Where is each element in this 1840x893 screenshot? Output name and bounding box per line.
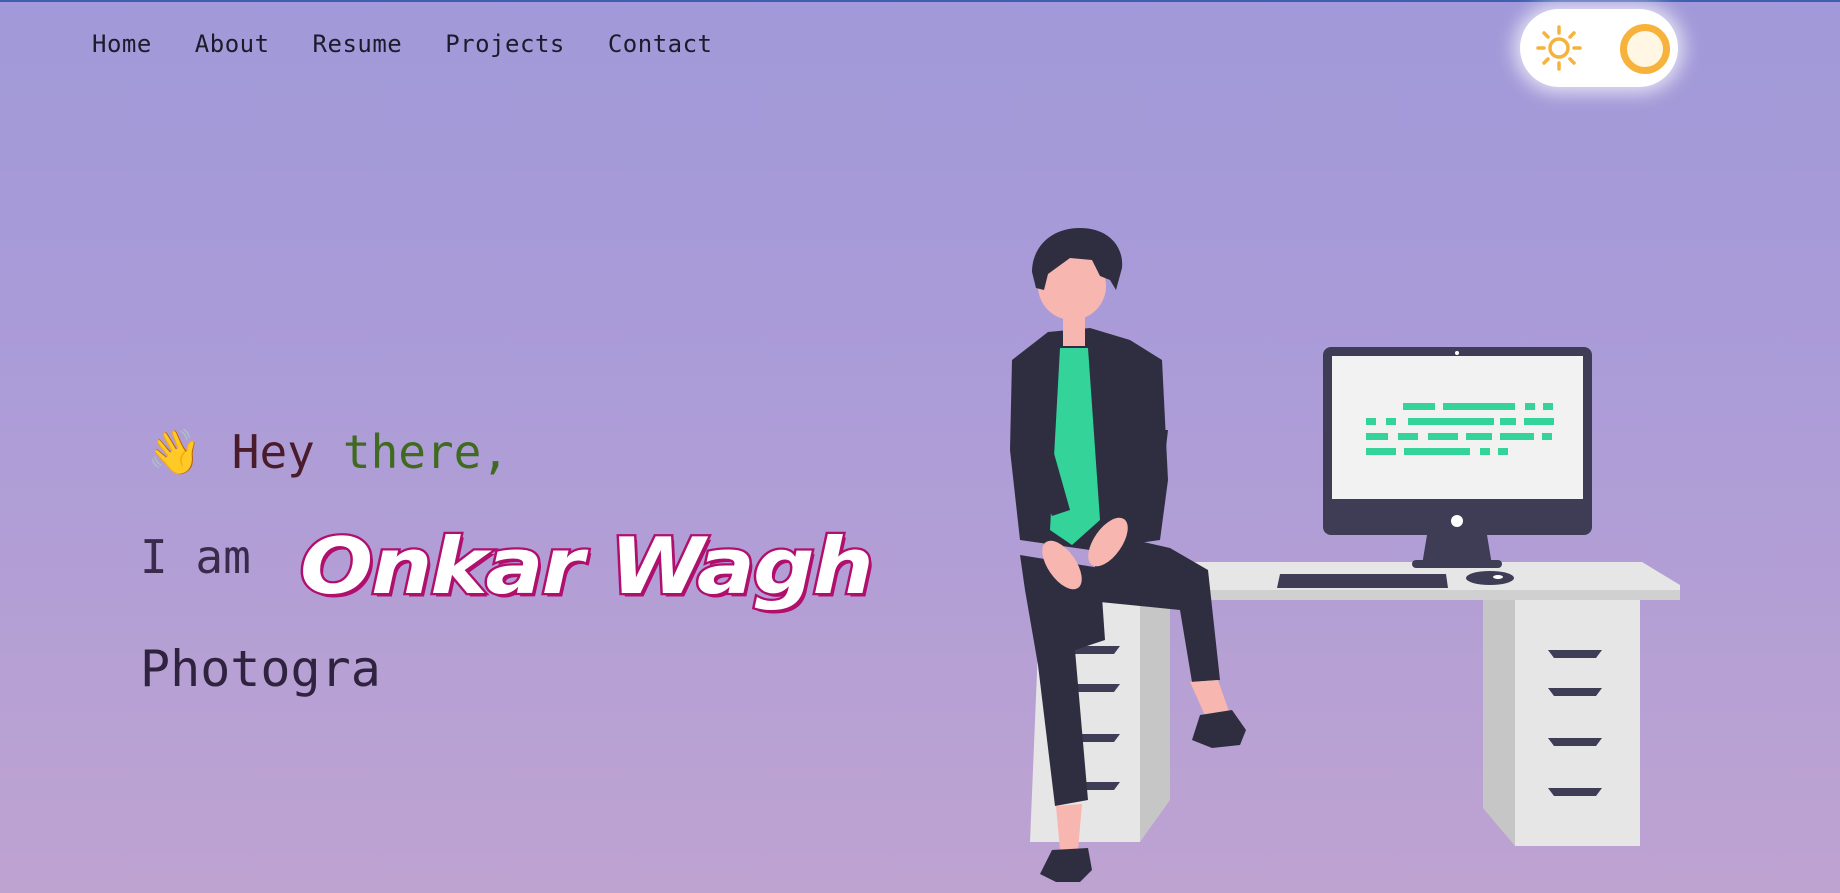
top-accent-line bbox=[0, 0, 1840, 2]
nav-contact[interactable]: Contact bbox=[608, 30, 713, 58]
greeting-hey: Hey bbox=[231, 425, 315, 479]
sun-icon bbox=[1536, 25, 1582, 71]
typed-role: Photogra bbox=[140, 640, 381, 698]
hero-name: Onkar Wagh bbox=[298, 520, 877, 615]
greeting: 👋 Hey there, bbox=[147, 425, 509, 479]
waving-hand-icon: 👋 bbox=[147, 427, 202, 478]
greeting-there: there, bbox=[342, 425, 510, 479]
theme-toggle[interactable] bbox=[1520, 9, 1678, 87]
developer-desk-illustration bbox=[1010, 228, 1680, 882]
nav-resume[interactable]: Resume bbox=[313, 30, 403, 58]
toggle-knob[interactable] bbox=[1620, 24, 1670, 74]
nav-about[interactable]: About bbox=[195, 30, 270, 58]
mouse bbox=[1466, 571, 1514, 585]
main-nav: Home About Resume Projects Contact bbox=[92, 30, 713, 58]
keyboard bbox=[1277, 574, 1448, 588]
nav-projects[interactable]: Projects bbox=[445, 30, 565, 58]
i-am-label: I am bbox=[140, 530, 251, 584]
right-drawer-unit bbox=[1515, 600, 1640, 846]
nav-home[interactable]: Home bbox=[92, 30, 152, 58]
